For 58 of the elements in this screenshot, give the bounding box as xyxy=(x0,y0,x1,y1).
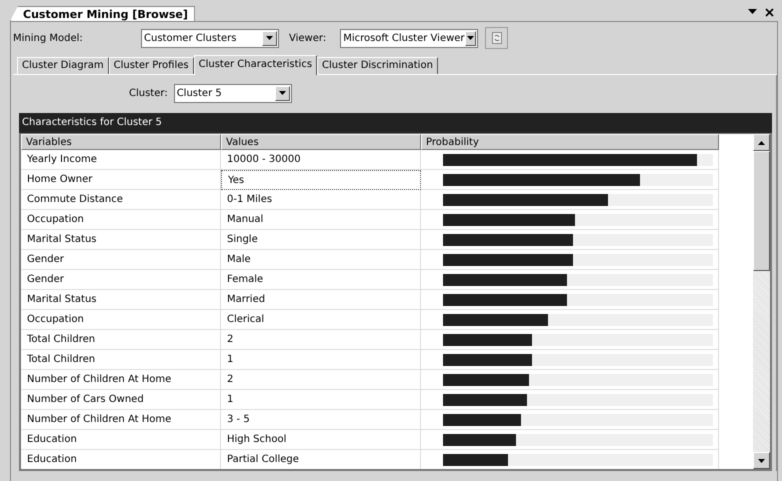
table-cell: Marital Status xyxy=(21,290,221,310)
tab[interactable]: Cluster Discrimination xyxy=(317,57,438,74)
table-cell: 0-1 Miles xyxy=(221,190,421,210)
close-icon[interactable] xyxy=(765,8,774,16)
dropdown-icon[interactable] xyxy=(748,9,757,15)
table-cell: 2 xyxy=(221,370,421,390)
table-cell: Gender xyxy=(21,250,221,270)
table-cell: High School xyxy=(221,430,421,450)
scroll-up-icon[interactable] xyxy=(758,140,765,144)
table-cell: Commute Distance xyxy=(21,190,221,210)
tab[interactable]: Cluster Characteristics xyxy=(194,55,318,75)
cluster-label: Cluster: xyxy=(129,88,168,98)
table-cell: Number of Children At Home xyxy=(21,410,221,430)
table-cell: Yearly Income xyxy=(21,150,221,170)
table-cell: 1 xyxy=(221,350,421,370)
column-header[interactable]: Probability xyxy=(421,134,719,150)
column-header[interactable]: Variables xyxy=(21,134,221,150)
refresh-icon xyxy=(492,32,502,44)
table-cell: Number of Children At Home xyxy=(21,370,221,390)
table-cell: Number of Cars Owned xyxy=(21,390,221,410)
table-cell: Occupation xyxy=(21,310,221,330)
scrollbar-thumb[interactable] xyxy=(753,151,770,271)
table-cell: Male xyxy=(221,250,421,270)
tab[interactable]: Cluster Profiles xyxy=(108,57,194,74)
table-cell: Married xyxy=(221,290,421,310)
column-header[interactable]: Values xyxy=(221,134,421,150)
viewer-label: Viewer: xyxy=(289,32,326,44)
cluster-dropdown[interactable]: Cluster 5 xyxy=(174,84,292,102)
table-cell: Partial College xyxy=(221,450,421,469)
table-cell: Clerical xyxy=(221,310,421,330)
table-cell: Education xyxy=(21,430,221,450)
dropdown-arrow-icon xyxy=(466,36,474,40)
table-cell: 2 xyxy=(221,330,421,350)
viewer-dropdown[interactable]: Microsoft Cluster Viewer xyxy=(340,28,478,48)
table-cell: 10000 - 30000 xyxy=(221,150,421,170)
dropdown-arrow-icon xyxy=(278,91,286,95)
table-cell: Total Children xyxy=(21,350,221,370)
table-cell: Marital Status xyxy=(21,230,221,250)
table-cell: Female xyxy=(221,270,421,290)
table-cell: Single xyxy=(221,230,421,250)
tab[interactable]: Cluster Diagram xyxy=(17,57,109,74)
vertical-scrollbar[interactable] xyxy=(753,134,770,469)
document-tab[interactable]: Customer Mining [Browse] xyxy=(10,6,195,21)
mining-model-dropdown[interactable]: Customer Clusters xyxy=(141,28,279,48)
table-cell: Gender xyxy=(21,270,221,290)
table-title: Characteristics for Cluster 5 xyxy=(19,113,772,133)
mining-model-label: Mining Model: xyxy=(13,32,84,44)
table-cell: Home Owner xyxy=(21,170,221,190)
scroll-down-icon[interactable] xyxy=(758,458,765,462)
dropdown-arrow-icon xyxy=(266,36,273,40)
table-cell: Manual xyxy=(221,210,421,230)
table-cell: 1 xyxy=(221,390,421,410)
refresh-button[interactable] xyxy=(485,27,508,49)
table-cell: 3 - 5 xyxy=(221,410,421,430)
table-cell: Occupation xyxy=(21,210,221,230)
table-cell: Yes xyxy=(221,170,421,190)
table-cell: Total Children xyxy=(21,330,221,350)
table-cell: Education xyxy=(21,450,221,469)
